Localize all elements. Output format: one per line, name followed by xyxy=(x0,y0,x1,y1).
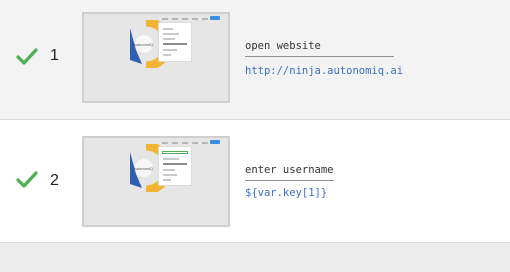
thumbnail-login-card xyxy=(158,22,192,62)
step-screenshot-thumbnail[interactable]: AutonomIQ xyxy=(82,12,230,103)
checkmark-icon xyxy=(16,48,38,66)
thumbnail-login-card xyxy=(158,146,192,186)
step-value-text[interactable]: http://ninja.autonomiq.ai xyxy=(245,65,403,77)
step-number: 1 xyxy=(50,47,59,64)
step-value-text[interactable]: ${var.key[1]} xyxy=(245,187,327,199)
logo-wordmark: AutonomIQ xyxy=(133,42,153,47)
step-row[interactable]: 1 AutonomIQ open website http://ninja.au xyxy=(0,0,510,120)
logo-wordmark: AutonomIQ xyxy=(133,166,153,171)
checkmark-icon xyxy=(16,171,38,189)
step-action-label: enter username xyxy=(245,164,334,181)
step-action-label: open website xyxy=(245,40,394,57)
step-row[interactable]: 2 AutonomIQ enter username ${var.key[1]} xyxy=(0,120,510,243)
step-number: 2 xyxy=(50,172,59,189)
step-screenshot-thumbnail[interactable]: AutonomIQ xyxy=(82,136,230,227)
